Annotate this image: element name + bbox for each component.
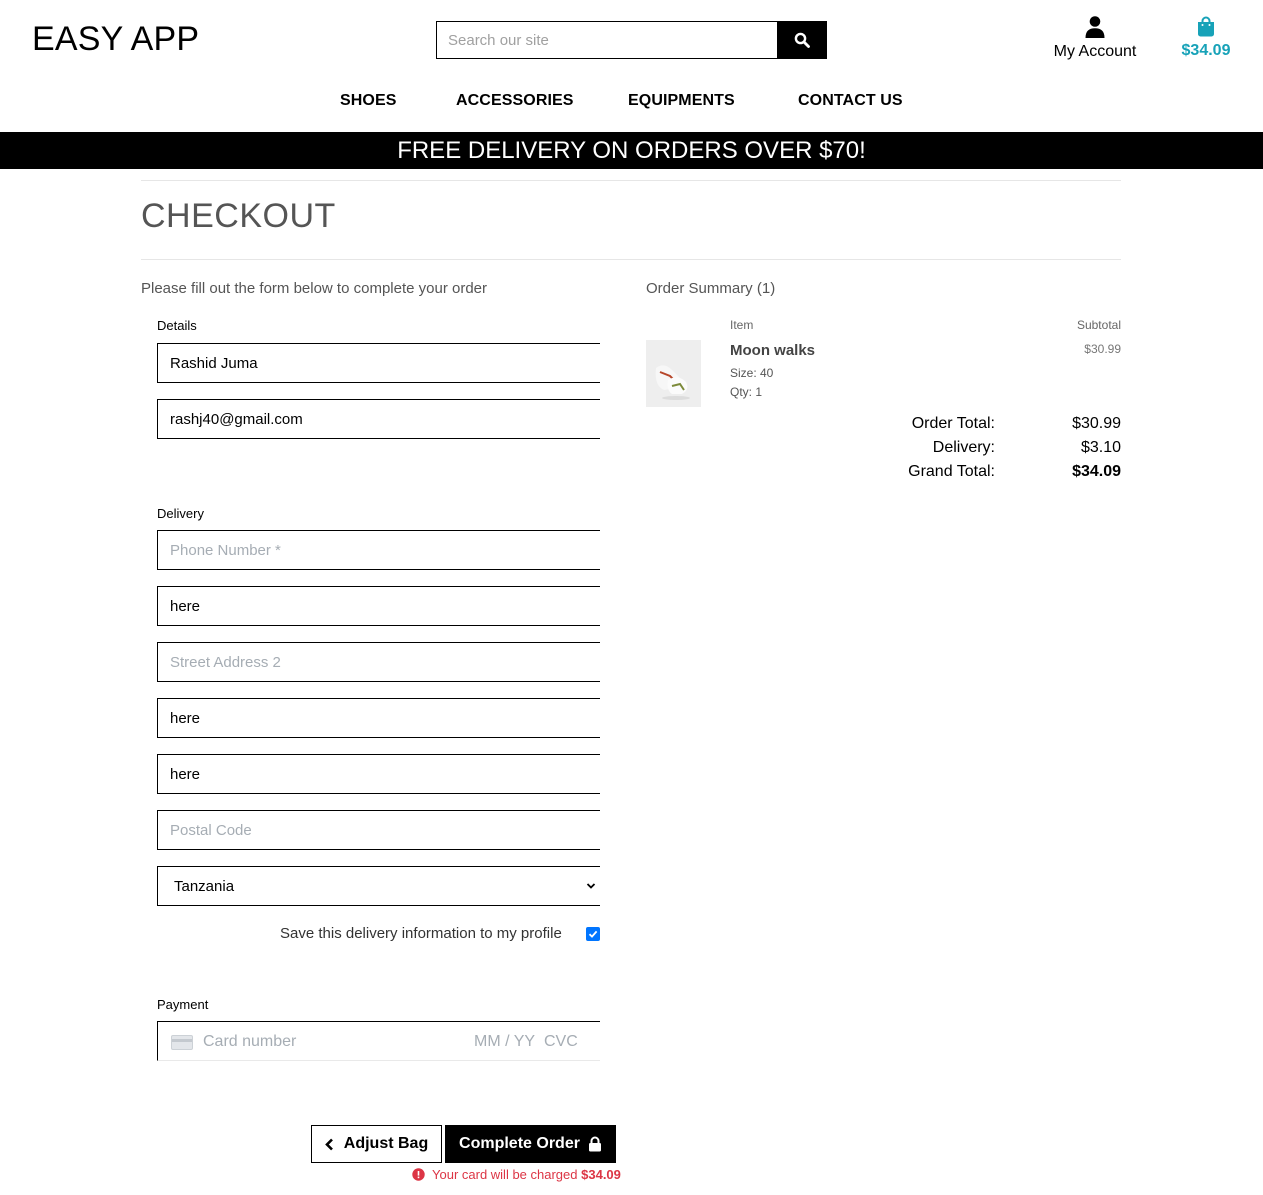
card-expiry-placeholder[interactable]: MM / YY <box>474 1033 535 1051</box>
charge-notice: Your card will be charged $34.09 <box>412 1167 621 1182</box>
adjust-bag-label: Adjust Bag <box>343 1135 429 1152</box>
street-address-1-input[interactable] <box>158 587 600 625</box>
county-input[interactable] <box>158 755 600 793</box>
country-field: Tanzania <box>157 866 600 906</box>
card-cvc-placeholder[interactable]: CVC <box>544 1033 578 1051</box>
card-number-placeholder[interactable]: Card number <box>203 1033 296 1051</box>
county-field <box>157 754 600 794</box>
product-image[interactable] <box>646 340 701 407</box>
subtotal-column-header: Subtotal <box>1076 318 1121 332</box>
order-summary-title: Order Summary (1) <box>646 280 776 297</box>
grand-total-label: Grand Total: <box>908 463 995 480</box>
credit-card-icon <box>171 1035 193 1050</box>
email-input[interactable] <box>158 400 600 438</box>
my-account-label: My Account <box>1053 43 1137 60</box>
street-address-2-field <box>157 642 600 682</box>
payment-legend: Payment <box>157 997 209 1012</box>
nav-item-equipments[interactable]: EQUIPMENTS <box>628 92 735 110</box>
search-bar <box>436 21 827 59</box>
email-field <box>157 399 600 439</box>
page-title: CHECKOUT <box>141 197 336 235</box>
delivery-legend: Delivery <box>157 506 204 521</box>
search-input[interactable] <box>437 22 777 58</box>
delivery-label: Delivery: <box>932 439 995 456</box>
form-intro: Please fill out the form below to comple… <box>141 280 488 297</box>
my-account-link[interactable]: My Account <box>1045 16 1145 61</box>
shopping-bag-icon <box>1198 16 1214 37</box>
complete-order-label: Complete Order <box>459 1135 580 1152</box>
divider <box>141 180 1121 181</box>
complete-order-button[interactable]: Complete Order <box>445 1125 616 1163</box>
product-size: Size: 40 <box>730 366 774 380</box>
order-total-label: Order Total: <box>911 415 995 432</box>
postal-code-field <box>157 810 600 850</box>
save-info-label[interactable]: Save this delivery information to my pro… <box>280 925 562 942</box>
full-name-input[interactable] <box>158 344 600 382</box>
adjust-bag-button[interactable]: Adjust Bag <box>311 1125 442 1163</box>
postal-code-input[interactable] <box>158 811 600 849</box>
nav-item-contact-us[interactable]: CONTACT US <box>798 92 903 110</box>
full-name-field <box>157 343 600 383</box>
save-info-checkbox[interactable] <box>586 927 600 941</box>
street-address-2-input[interactable] <box>158 643 600 681</box>
search-icon <box>794 32 810 48</box>
lock-icon <box>588 1136 601 1152</box>
save-info-row: Save this delivery information to my pro… <box>280 925 600 945</box>
phone-field <box>157 530 600 570</box>
product-qty: Qty: 1 <box>730 385 763 399</box>
shopping-bag-link[interactable]: $34.09 <box>1172 16 1240 60</box>
main-nav: SHOES ACCESSORIES EQUIPMENTS CONTACT US <box>0 92 1263 114</box>
nav-item-accessories[interactable]: ACCESSORIES <box>456 92 574 110</box>
grand-total-value: $34.09 <box>1072 463 1121 480</box>
user-icon <box>1085 16 1105 38</box>
chevron-left-icon <box>324 1138 333 1150</box>
site-logo[interactable]: EASY APP <box>32 20 199 59</box>
item-column-header: Item <box>730 318 754 332</box>
product-name[interactable]: Moon walks <box>730 342 815 359</box>
delivery-banner: FREE DELIVERY ON ORDERS OVER $70! <box>0 132 1263 169</box>
checkmark-icon <box>588 930 598 938</box>
charge-notice-text: Your card will be charged <box>432 1167 578 1182</box>
order-total-value: $30.99 <box>1072 415 1121 432</box>
divider <box>141 259 1121 260</box>
phone-input[interactable] <box>158 531 600 569</box>
search-button[interactable] <box>777 22 826 58</box>
country-select[interactable]: Tanzania <box>158 867 600 905</box>
street-address-1-field <box>157 586 600 626</box>
card-element[interactable]: Card number MM / YY CVC <box>157 1021 600 1061</box>
delivery-value: $3.10 <box>1080 439 1121 456</box>
town-input[interactable] <box>158 699 600 737</box>
bag-total: $34.09 <box>1181 42 1231 59</box>
town-field <box>157 698 600 738</box>
product-subtotal: $30.99 <box>1084 342 1121 356</box>
details-legend: Details <box>157 318 197 333</box>
nav-item-shoes[interactable]: SHOES <box>340 92 397 110</box>
exclamation-circle-icon <box>412 1168 425 1181</box>
charge-amount: $34.09 <box>581 1167 621 1182</box>
